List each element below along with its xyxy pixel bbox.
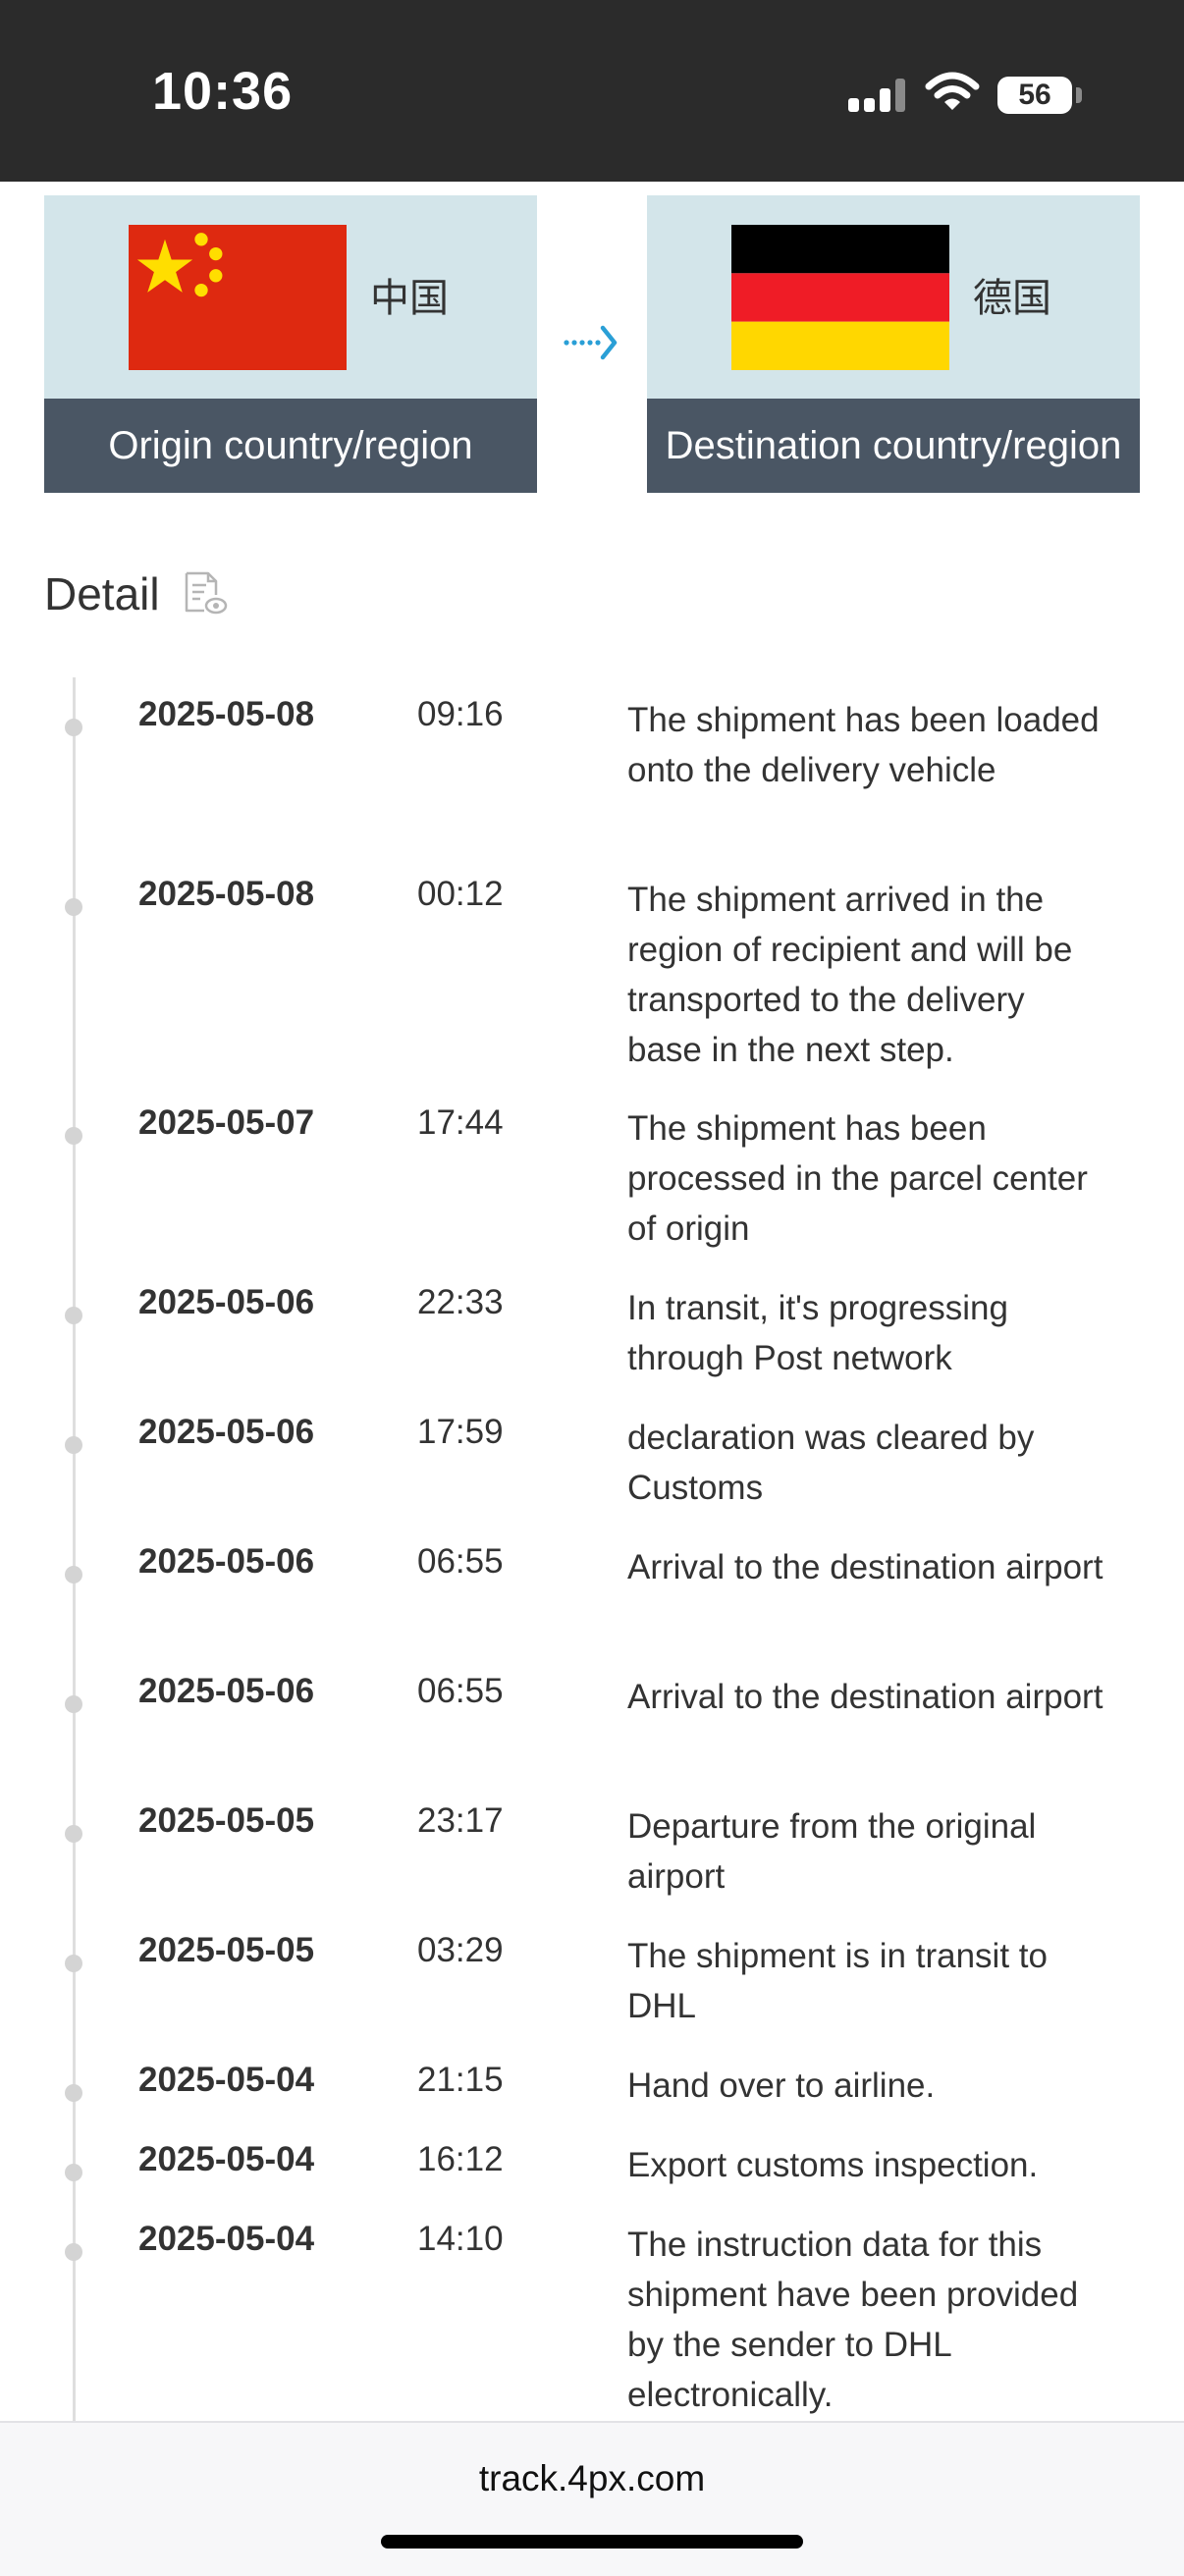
event-time: 09:16 <box>417 695 504 733</box>
browser-url-bar[interactable]: track.4px.com <box>0 2421 1184 2576</box>
detail-title: Detail <box>44 568 160 619</box>
event-date: 2025-05-04 <box>138 2220 315 2258</box>
timeline-dot <box>65 1825 82 1843</box>
url-text[interactable]: track.4px.com <box>0 2458 1184 2499</box>
event-date: 2025-05-04 <box>138 2140 315 2178</box>
battery-cap <box>1076 87 1082 103</box>
origin-country-card: 中国 Origin country/region <box>44 195 537 493</box>
event-description: The shipment has been loaded onto the de… <box>627 701 1100 789</box>
event-time: 17:59 <box>417 1413 504 1451</box>
origin-country-name: 中国 <box>370 276 449 321</box>
event-date: 2025-05-05 <box>138 1801 315 1840</box>
timeline-dot <box>65 719 82 736</box>
timeline-dot <box>65 2084 82 2102</box>
event-time: 14:10 <box>417 2220 504 2258</box>
timeline-dot <box>65 898 82 916</box>
event-description: Arrival to the destination airport <box>627 1678 1103 1716</box>
timeline-dot <box>65 1127 82 1145</box>
event-description: In transit, it's progressing through Pos… <box>627 1289 1008 1377</box>
event-date: 2025-05-06 <box>138 1413 315 1451</box>
event-description: The shipment has been processed in the p… <box>627 1109 1088 1248</box>
document-view-icon[interactable] <box>183 569 228 617</box>
origin-label: Origin country/region <box>44 399 537 493</box>
battery-icon: 56 <box>997 77 1072 114</box>
event-description: Departure from the original airport <box>627 1807 1037 1896</box>
timeline-dot <box>65 1436 82 1454</box>
germany-flag-icon <box>731 225 949 370</box>
event-date: 2025-05-06 <box>138 1542 315 1581</box>
event-date: 2025-05-08 <box>138 695 315 733</box>
destination-country-card: 德国 Destination country/region <box>647 195 1140 493</box>
event-description: declaration was cleared by Customs <box>627 1419 1035 1507</box>
event-date: 2025-05-08 <box>138 875 315 913</box>
timeline-dot <box>65 2164 82 2181</box>
wifi-icon <box>925 72 980 110</box>
event-description: Arrival to the destination airport <box>627 1548 1103 1586</box>
destination-label: Destination country/region <box>647 399 1140 493</box>
event-time: 06:55 <box>417 1542 504 1581</box>
destination-country-name: 德国 <box>973 276 1051 321</box>
status-bar: 10:36 56 <box>0 0 1184 182</box>
event-time: 16:12 <box>417 2140 504 2178</box>
timeline-dot <box>65 1566 82 1583</box>
event-time: 00:12 <box>417 875 504 913</box>
event-date: 2025-05-07 <box>138 1103 315 1142</box>
event-description: Hand over to airline. <box>627 2066 936 2105</box>
event-time: 23:17 <box>417 1801 504 1840</box>
china-flag-icon <box>129 225 347 370</box>
timeline-dot <box>65 1307 82 1324</box>
cellular-signal-icon <box>848 79 905 112</box>
timeline-dot <box>65 2243 82 2261</box>
dotted-arrow-right-icon <box>564 325 618 360</box>
event-time: 22:33 <box>417 1283 504 1321</box>
event-date: 2025-05-05 <box>138 1931 315 1969</box>
event-description: Export customs inspection. <box>627 2146 1039 2184</box>
timeline-dot <box>65 1695 82 1713</box>
event-time: 03:29 <box>417 1931 504 1969</box>
event-date: 2025-05-04 <box>138 2061 315 2099</box>
battery-level: 56 <box>1018 79 1051 111</box>
event-date: 2025-05-06 <box>138 1283 315 1321</box>
home-indicator[interactable] <box>381 2535 803 2549</box>
event-description: The instruction data for this shipment h… <box>627 2226 1079 2414</box>
event-description: The shipment arrived in the region of re… <box>627 881 1073 1069</box>
event-time: 21:15 <box>417 2061 504 2099</box>
event-description: The shipment is in transit to DHL <box>627 1937 1048 2025</box>
event-time: 06:55 <box>417 1672 504 1710</box>
timeline-line <box>73 677 76 2425</box>
status-time: 10:36 <box>152 62 294 121</box>
event-time: 17:44 <box>417 1103 504 1142</box>
timeline-dot <box>65 1955 82 1972</box>
event-date: 2025-05-06 <box>138 1672 315 1710</box>
